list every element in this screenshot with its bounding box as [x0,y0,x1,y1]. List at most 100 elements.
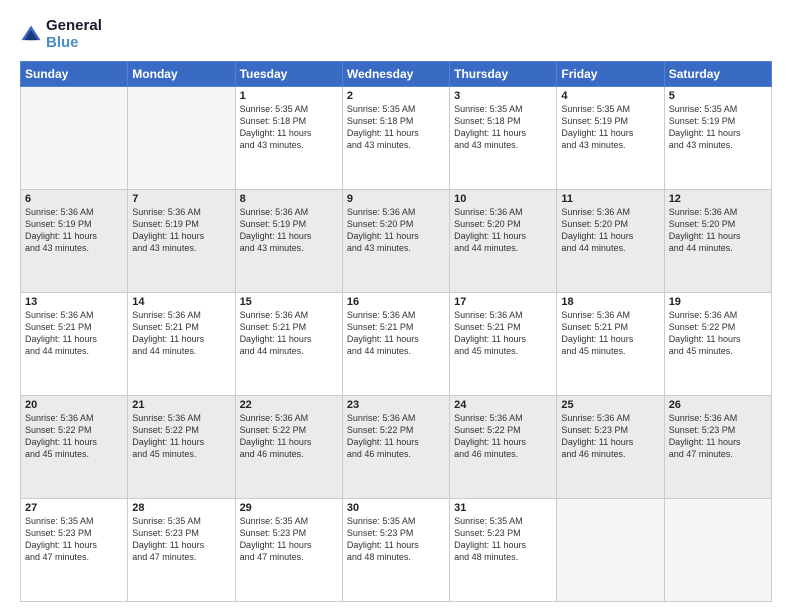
day-number: 20 [25,399,123,411]
calendar-day-header: Sunday [21,62,128,87]
calendar-day-cell: 7Sunrise: 5:36 AMSunset: 5:19 PMDaylight… [128,190,235,293]
calendar-day-header: Saturday [664,62,771,87]
calendar-day-cell: 16Sunrise: 5:36 AMSunset: 5:21 PMDayligh… [342,293,449,396]
logo: General Blue [20,18,102,51]
day-info: Sunrise: 5:36 AMSunset: 5:20 PMDaylight:… [561,206,659,255]
calendar-day-cell [557,499,664,602]
day-number: 25 [561,399,659,411]
day-number: 22 [240,399,338,411]
calendar-day-cell: 2Sunrise: 5:35 AMSunset: 5:18 PMDaylight… [342,87,449,190]
day-number: 6 [25,193,123,205]
day-number: 18 [561,296,659,308]
calendar-day-cell: 8Sunrise: 5:36 AMSunset: 5:19 PMDaylight… [235,190,342,293]
day-number: 13 [25,296,123,308]
day-number: 1 [240,90,338,102]
day-info: Sunrise: 5:36 AMSunset: 5:19 PMDaylight:… [25,206,123,255]
day-info: Sunrise: 5:35 AMSunset: 5:18 PMDaylight:… [240,103,338,152]
day-info: Sunrise: 5:35 AMSunset: 5:23 PMDaylight:… [347,515,445,564]
calendar-day-header: Wednesday [342,62,449,87]
day-number: 11 [561,193,659,205]
day-number: 19 [669,296,767,308]
day-number: 4 [561,90,659,102]
day-info: Sunrise: 5:35 AMSunset: 5:18 PMDaylight:… [454,103,552,152]
day-info: Sunrise: 5:35 AMSunset: 5:23 PMDaylight:… [454,515,552,564]
calendar-day-cell: 21Sunrise: 5:36 AMSunset: 5:22 PMDayligh… [128,396,235,499]
page: General Blue SundayMondayTuesdayWednesda… [0,0,792,612]
calendar-week-row: 27 Sunrise: 5:35 AMSunset: 5:23 PMDayligh… [21,499,772,602]
calendar-day-cell: 6Sunrise: 5:36 AMSunset: 5:19 PMDaylight… [21,190,128,293]
calendar-day-cell [21,87,128,190]
day-info: Sunrise: 5:36 AMSunset: 5:22 PMDaylight:… [240,412,338,461]
day-number: 28 [132,502,230,514]
day-number: 5 [669,90,767,102]
day-number: 7 [132,193,230,205]
day-info: Sunrise: 5:36 AMSunset: 5:21 PMDaylight:… [25,309,123,358]
calendar-day-cell: 12Sunrise: 5:36 AMSunset: 5:20 PMDayligh… [664,190,771,293]
calendar-day-cell: 26Sunrise: 5:36 AMSunset: 5:23 PMDayligh… [664,396,771,499]
day-info: Sunrise: 5:36 AMSunset: 5:20 PMDaylight:… [454,206,552,255]
day-number: 14 [132,296,230,308]
calendar-week-row: 6Sunrise: 5:36 AMSunset: 5:19 PMDaylight… [21,190,772,293]
calendar-day-cell: 11Sunrise: 5:36 AMSunset: 5:20 PMDayligh… [557,190,664,293]
day-number: 21 [132,399,230,411]
calendar-day-cell: 13Sunrise: 5:36 AMSunset: 5:21 PMDayligh… [21,293,128,396]
calendar-day-cell: 24Sunrise: 5:36 AMSunset: 5:22 PMDayligh… [450,396,557,499]
calendar-day-cell [664,499,771,602]
calendar-day-cell: 4Sunrise: 5:35 AMSunset: 5:19 PMDaylight… [557,87,664,190]
day-info: Sunrise: 5:36 AMSunset: 5:22 PMDaylight:… [454,412,552,461]
calendar-week-row: 1Sunrise: 5:35 AMSunset: 5:18 PMDaylight… [21,87,772,190]
calendar-day-cell: 22Sunrise: 5:36 AMSunset: 5:22 PMDayligh… [235,396,342,499]
calendar-day-cell: 30Sunrise: 5:35 AMSunset: 5:23 PMDayligh… [342,499,449,602]
day-info: Sunrise: 5:36 AMSunset: 5:20 PMDaylight:… [669,206,767,255]
day-info: Sunrise: 5:36 AMSunset: 5:19 PMDaylight:… [240,206,338,255]
calendar-day-cell: 31Sunrise: 5:35 AMSunset: 5:23 PMDayligh… [450,499,557,602]
day-number: 12 [669,193,767,205]
day-info: Sunrise: 5:36 AMSunset: 5:22 PMDaylight:… [669,309,767,358]
day-info: Sunrise: 5:36 AMSunset: 5:22 PMDaylight:… [25,412,123,461]
day-number: 24 [454,399,552,411]
day-number: 31 [454,502,552,514]
logo-text: General Blue [46,18,102,51]
calendar-table: SundayMondayTuesdayWednesdayThursdayFrid… [20,61,772,602]
header: General Blue [20,18,772,51]
day-info: Sunrise: 5:35 AMSunset: 5:19 PMDaylight:… [561,103,659,152]
calendar-day-header: Monday [128,62,235,87]
calendar-day-cell: 18Sunrise: 5:36 AMSunset: 5:21 PMDayligh… [557,293,664,396]
day-number: 29 [240,502,338,514]
calendar-day-cell [128,87,235,190]
day-info: Sunrise: 5:35 AMSunset: 5:19 PMDaylight:… [669,103,767,152]
calendar-day-cell: 17Sunrise: 5:36 AMSunset: 5:21 PMDayligh… [450,293,557,396]
calendar-day-cell: 25Sunrise: 5:36 AMSunset: 5:23 PMDayligh… [557,396,664,499]
calendar-day-cell: 5Sunrise: 5:35 AMSunset: 5:19 PMDaylight… [664,87,771,190]
calendar-day-cell: 10Sunrise: 5:36 AMSunset: 5:20 PMDayligh… [450,190,557,293]
calendar-day-cell: 29Sunrise: 5:35 AMSunset: 5:23 PMDayligh… [235,499,342,602]
day-number: 10 [454,193,552,205]
day-info: Sunrise: 5:35 AMSunset: 5:23 PMDaylight:… [132,515,230,564]
day-number: 27 [25,502,123,514]
day-info: Sunrise: 5:36 AMSunset: 5:21 PMDaylight:… [454,309,552,358]
calendar-day-cell: 3Sunrise: 5:35 AMSunset: 5:18 PMDaylight… [450,87,557,190]
calendar-day-cell: 15Sunrise: 5:36 AMSunset: 5:21 PMDayligh… [235,293,342,396]
logo-icon [20,24,42,46]
day-number: 15 [240,296,338,308]
day-number: 2 [347,90,445,102]
day-info: Sunrise: 5:36 AMSunset: 5:21 PMDaylight:… [561,309,659,358]
calendar-week-row: 20Sunrise: 5:36 AMSunset: 5:22 PMDayligh… [21,396,772,499]
day-number: 3 [454,90,552,102]
day-info: Sunrise: 5:35 AMSunset: 5:23 PMDaylight:… [240,515,338,564]
calendar-day-cell: 28Sunrise: 5:35 AMSunset: 5:23 PMDayligh… [128,499,235,602]
day-number: 26 [669,399,767,411]
day-info: Sunrise: 5:36 AMSunset: 5:22 PMDaylight:… [132,412,230,461]
calendar-day-cell: 14Sunrise: 5:36 AMSunset: 5:21 PMDayligh… [128,293,235,396]
calendar-day-cell: 9Sunrise: 5:36 AMSunset: 5:20 PMDaylight… [342,190,449,293]
day-number: 30 [347,502,445,514]
calendar-day-cell: 1Sunrise: 5:35 AMSunset: 5:18 PMDaylight… [235,87,342,190]
calendar-day-header: Tuesday [235,62,342,87]
day-number: 9 [347,193,445,205]
calendar-day-header: Thursday [450,62,557,87]
calendar-day-cell: 19Sunrise: 5:36 AMSunset: 5:22 PMDayligh… [664,293,771,396]
calendar-day-cell: 27Sunrise: 5:35 AMSunset: 5:23 PMDayligh… [21,499,128,602]
calendar-week-row: 13Sunrise: 5:36 AMSunset: 5:21 PMDayligh… [21,293,772,396]
day-info: Sunrise: 5:36 AMSunset: 5:19 PMDaylight:… [132,206,230,255]
day-info: Sunrise: 5:36 AMSunset: 5:22 PMDaylight:… [347,412,445,461]
